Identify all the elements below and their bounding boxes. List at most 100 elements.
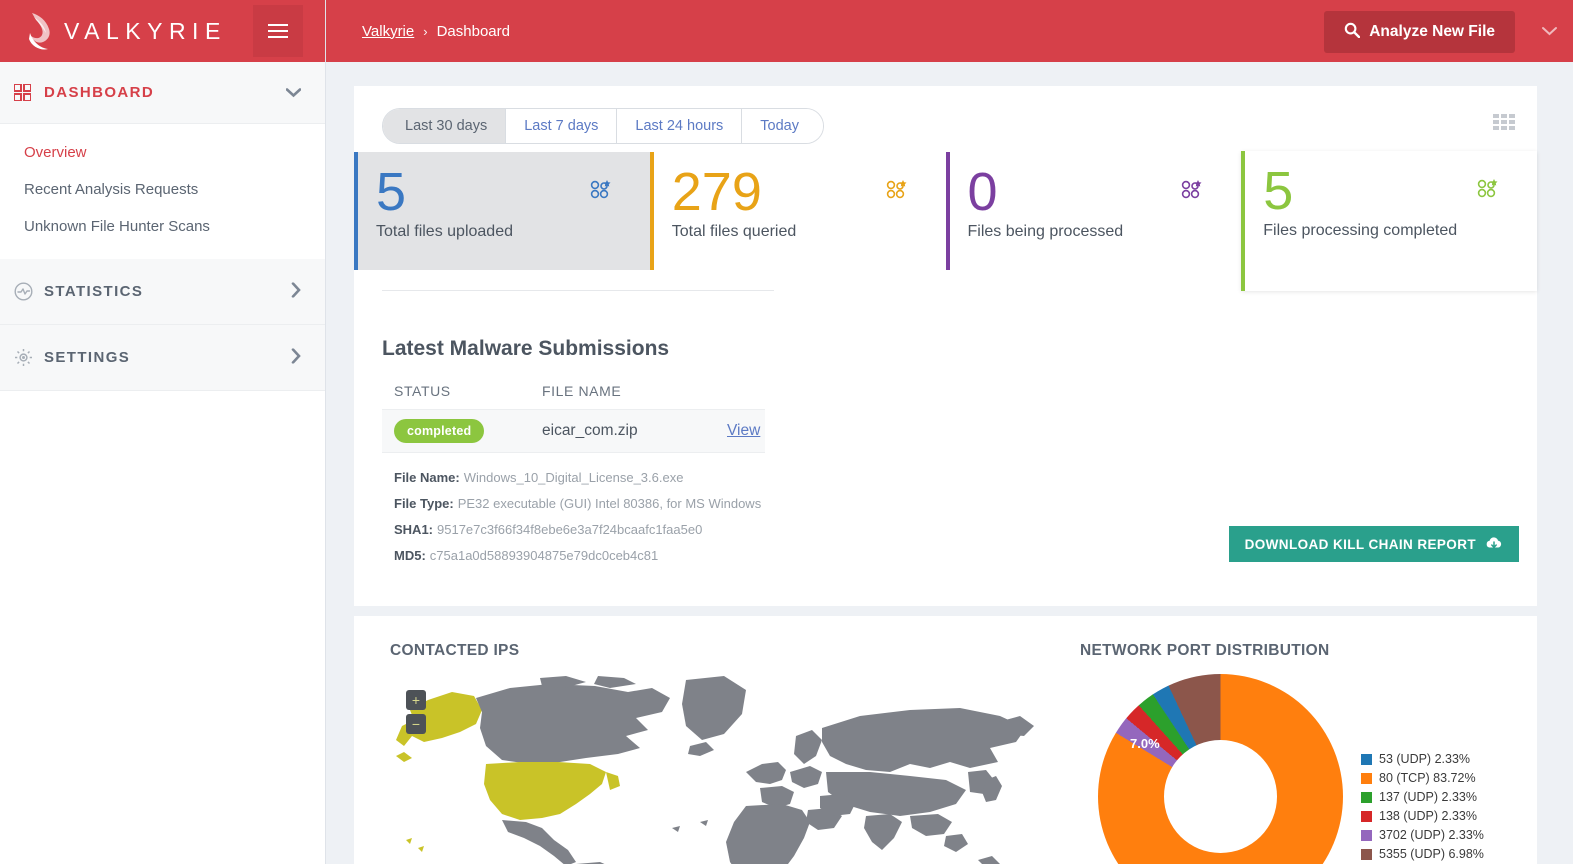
breadcrumb: Valkyrie › Dashboard <box>362 23 510 40</box>
dashboard-page: VALKYRIE DASHBOARD Overview Recent Analy… <box>0 0 1573 864</box>
stat-card-total-files-uploaded[interactable]: 5 Total files uploaded <box>354 152 650 270</box>
time-range-tabs: Last 30 days Last 7 days Last 24 hours T… <box>382 108 824 144</box>
legend-swatch <box>1361 848 1372 860</box>
legend-label: 5355 (UDP) 6.98% <box>1379 847 1484 861</box>
cloud-download-icon <box>1485 536 1503 553</box>
breadcrumb-root[interactable]: Valkyrie <box>362 23 414 40</box>
gear-icon <box>14 348 44 367</box>
topbar: Valkyrie › Dashboard Analyze New File <box>326 0 1573 62</box>
contacted-ips-title: CONTACTED IPS <box>390 642 520 659</box>
files-badge-icon <box>886 180 908 205</box>
tab-today[interactable]: Today <box>742 109 823 143</box>
sidebar-group-label: SETTINGS <box>44 349 131 366</box>
tab-last-7-days[interactable]: Last 7 days <box>506 109 618 143</box>
legend-item[interactable]: 80 (TCP) 83.72% <box>1361 771 1484 785</box>
legend-item[interactable]: 138 (UDP) 2.33% <box>1361 809 1484 823</box>
legend-swatch <box>1361 810 1372 822</box>
legend-swatch <box>1361 772 1372 784</box>
valkyrie-logo-icon <box>26 11 60 51</box>
content-scroll: Last 30 days Last 7 days Last 24 hours T… <box>326 62 1573 864</box>
donut-slice-label: 7.0% <box>1130 736 1160 751</box>
sidebar-item-unknown-file-hunter-scans[interactable]: Unknown File Hunter Scans <box>0 208 325 245</box>
sidebar-subitems: Overview Recent Analysis Requests Unknow… <box>0 124 325 259</box>
grid-view-icon[interactable] <box>1493 114 1515 134</box>
legend-label: 80 (TCP) 83.72% <box>1379 771 1476 785</box>
sidebar-group-settings[interactable]: SETTINGS <box>0 325 325 391</box>
file-type-label: File Type: <box>394 496 454 511</box>
breadcrumb-separator-icon: › <box>423 23 428 39</box>
charts-card: CONTACTED IPS + − NETWORK PORT DISTRIBUT… <box>354 616 1537 864</box>
tab-last-24-hours[interactable]: Last 24 hours <box>617 109 743 143</box>
search-icon <box>1344 22 1361 43</box>
pulse-circle-icon <box>14 282 44 301</box>
map-zoom-in-button[interactable]: + <box>406 690 426 710</box>
sidebar-item-overview[interactable]: Overview <box>0 134 325 171</box>
legend-item[interactable]: 137 (UDP) 2.33% <box>1361 790 1484 804</box>
donut-legend: 53 (UDP) 2.33% 80 (TCP) 83.72% 137 (UDP) 2… <box>1361 752 1484 864</box>
brand-name: VALKYRIE <box>64 17 227 44</box>
tab-last-30-days[interactable]: Last 30 days <box>383 109 507 143</box>
analyze-new-file-button[interactable]: Analyze New File <box>1324 11 1515 53</box>
submissions-table-header: STATUS FILE NAME <box>382 361 1537 409</box>
file-name-value: Windows_10_Digital_License_3.6.exe <box>463 470 684 485</box>
chevron-down-icon <box>285 84 302 101</box>
chevron-right-icon <box>291 347 301 367</box>
latest-malware-submissions-title: Latest Malware Submissions <box>382 337 670 360</box>
analyze-new-file-label: Analyze New File <box>1369 23 1495 40</box>
status-badge: completed <box>394 419 485 443</box>
stat-cards: 5 Total files uploaded 279 Total files q… <box>354 151 1537 291</box>
world-map[interactable]: + − <box>390 676 1044 864</box>
sidebar-group-statistics[interactable]: STATISTICS <box>0 259 325 325</box>
hamburger-icon[interactable] <box>253 5 303 57</box>
file-name-label: File Name: <box>394 470 460 485</box>
legend-swatch <box>1361 829 1372 841</box>
map-zoom-out-button[interactable]: − <box>406 714 426 734</box>
stat-card-total-files-queried[interactable]: 279 Total files queried <box>649 152 946 270</box>
view-link[interactable]: View <box>727 422 760 440</box>
breadcrumb-current: Dashboard <box>436 22 510 40</box>
column-header-file-name: FILE NAME <box>542 383 622 399</box>
map-svg <box>396 676 1034 864</box>
network-port-title: NETWORK PORT DISTRIBUTION <box>1080 642 1330 659</box>
download-kill-chain-report-button[interactable]: DOWNLOAD KILL CHAIN REPORT <box>1228 526 1519 562</box>
stat-label: Files being processed <box>967 223 1124 240</box>
brand-header: VALKYRIE <box>0 0 325 62</box>
status-cell: completed <box>394 419 542 443</box>
map-zoom-controls: + − <box>406 690 426 738</box>
download-label: DOWNLOAD KILL CHAIN REPORT <box>1244 536 1476 552</box>
legend-item[interactable]: 5355 (UDP) 6.98% <box>1361 847 1484 861</box>
stat-label: Total files queried <box>671 223 797 240</box>
chevron-right-icon <box>291 281 301 301</box>
stat-card-files-processing-completed[interactable]: 5 Files processing completed <box>1241 151 1537 291</box>
stat-label: Total files uploaded <box>376 223 513 240</box>
network-port-distribution-panel: NETWORK PORT DISTRIBUTION 7.0% 53 (UDP) … <box>1044 642 1537 864</box>
stat-card-files-being-processed[interactable]: 0 Files being processed <box>945 152 1242 270</box>
sidebar-item-recent-analysis-requests[interactable]: Recent Analysis Requests <box>0 171 325 208</box>
legend-label: 53 (UDP) 2.33% <box>1379 752 1471 766</box>
legend-label: 137 (UDP) 2.33% <box>1379 790 1477 804</box>
files-badge-icon <box>1181 180 1203 205</box>
sha1-label: SHA1: <box>394 522 434 537</box>
donut-chart-wrap: 7.0% 53 (UDP) 2.33% 80 (TCP) 83.72% 137 (U… <box>1080 674 1537 864</box>
sidebar-group-dashboard[interactable]: DASHBOARD <box>0 62 325 124</box>
donut-chart[interactable]: 7.0% <box>1098 674 1343 864</box>
user-menu-caret-icon[interactable] <box>1542 23 1557 40</box>
md5-label: MD5: <box>394 548 426 563</box>
files-badge-icon <box>1477 179 1499 204</box>
table-row[interactable]: completed eicar_com.zip View <box>382 409 765 453</box>
grid-squares-icon <box>14 84 44 101</box>
md5-value: c75a1a0d58893904875e79dc0ceb4c81 <box>429 548 659 563</box>
stat-label: Files processing completed <box>1263 222 1458 239</box>
file-type-row: File Type: PE32 executable (GUI) Intel 80… <box>394 491 1537 517</box>
legend-item[interactable]: 3702 (UDP) 2.33% <box>1361 828 1484 842</box>
file-type-value: PE32 executable (GUI) Intel 80386, for M… <box>457 496 762 511</box>
charts-row: CONTACTED IPS + − NETWORK PORT DISTRIBUT… <box>354 642 1537 864</box>
legend-item[interactable]: 53 (UDP) 2.33% <box>1361 752 1484 766</box>
legend-label: 138 (UDP) 2.33% <box>1379 809 1477 823</box>
time-filter-row: Last 30 days Last 7 days Last 24 hours T… <box>354 86 1537 152</box>
sidebar-group-label: STATISTICS <box>44 283 144 300</box>
column-header-status: STATUS <box>394 383 451 399</box>
dashboard-card: Last 30 days Last 7 days Last 24 hours T… <box>354 86 1537 606</box>
file-name-cell: eicar_com.zip <box>542 422 638 439</box>
sidebar: VALKYRIE DASHBOARD Overview Recent Analy… <box>0 0 326 864</box>
